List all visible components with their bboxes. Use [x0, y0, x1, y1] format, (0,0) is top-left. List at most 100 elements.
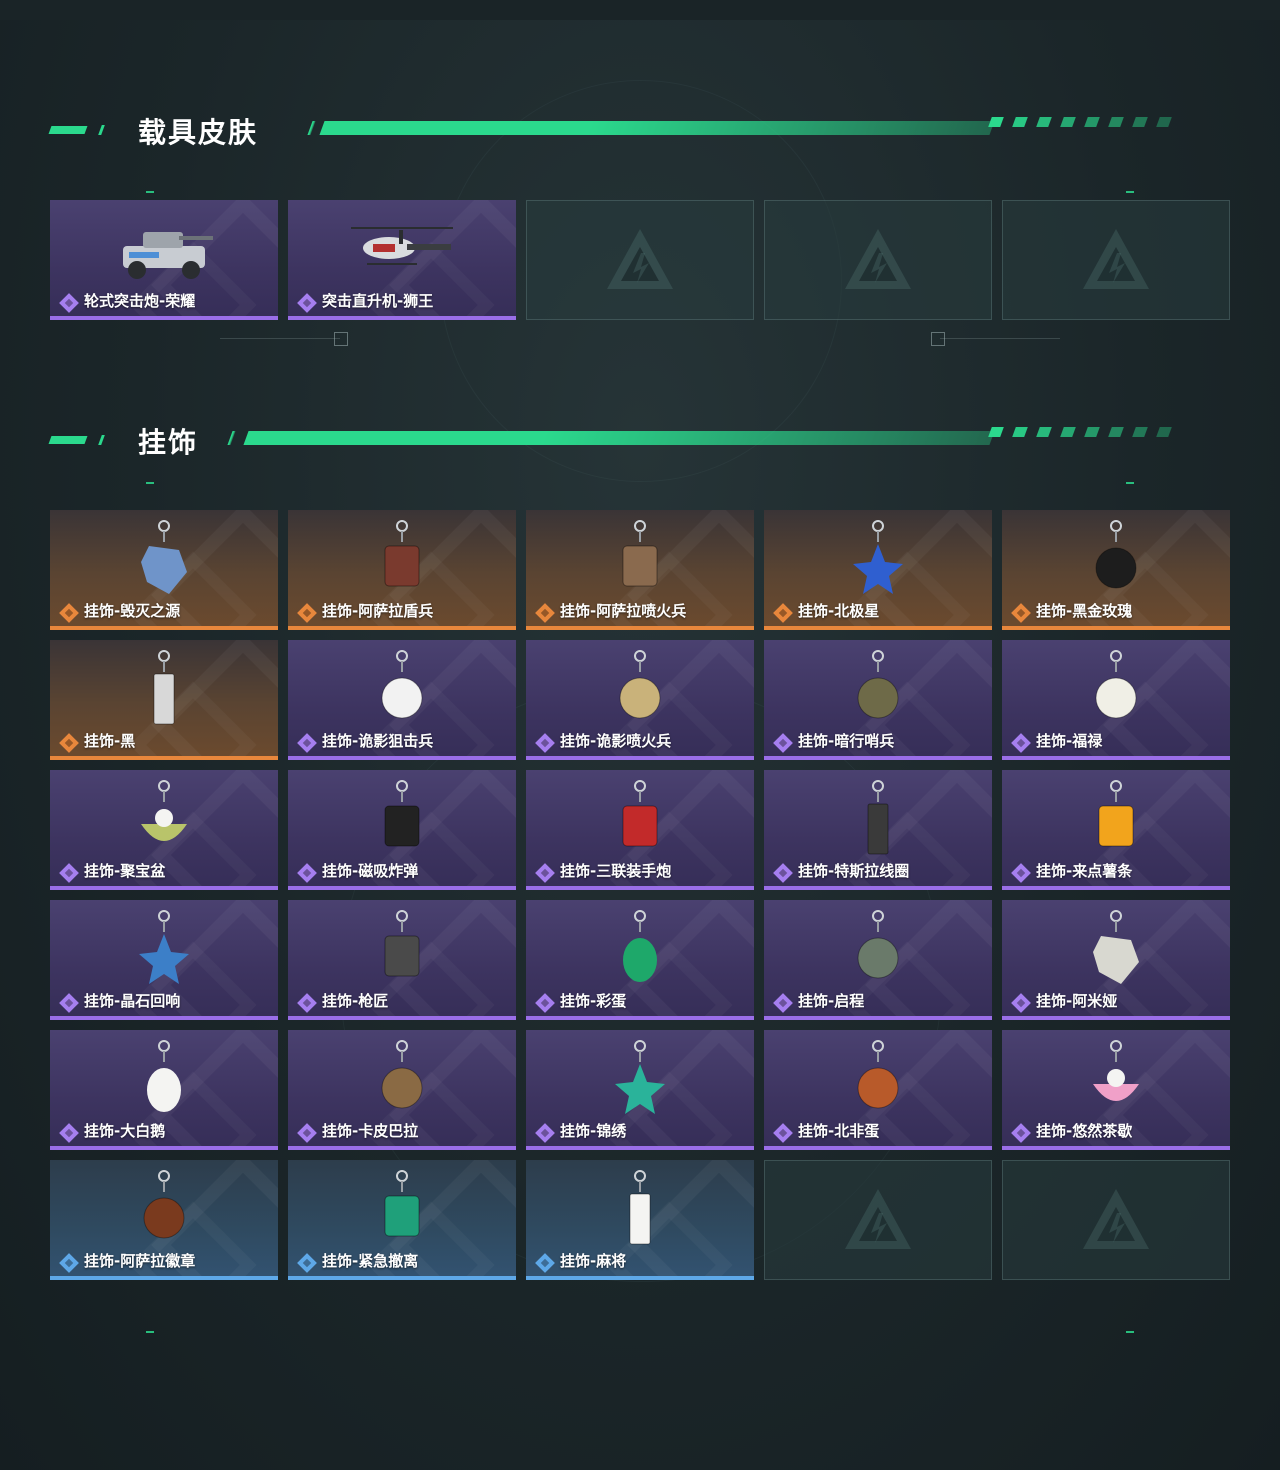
item-label: 挂饰-紧急撤离	[322, 1252, 419, 1270]
item-card[interactable]: 挂饰-阿萨拉盾兵	[288, 510, 516, 630]
section-title: 载具皮肤	[138, 116, 259, 149]
hand-cannon-charm-icon	[622, 780, 658, 847]
item-card[interactable]: 轮式突击炮-荣耀	[50, 200, 278, 320]
corner-tick	[146, 1331, 154, 1333]
tag-charm-icon	[153, 650, 175, 725]
item-card[interactable]: 挂饰-福禄	[1002, 640, 1230, 760]
rarity-diamond-icon	[297, 293, 317, 313]
divider-square	[931, 332, 945, 346]
item-card[interactable]: 挂饰-北极星	[764, 510, 992, 630]
item-card[interactable]: 挂饰-聚宝盆	[50, 770, 278, 890]
checker-cell	[1156, 427, 1172, 437]
item-card[interactable]: 挂饰-卡皮巴拉	[288, 1030, 516, 1150]
item-card[interactable]: 挂饰-枪匠	[288, 900, 516, 1020]
rarity-diamond-icon	[59, 993, 79, 1013]
rarity-diamond-icon	[535, 603, 555, 623]
item-card[interactable]: 挂饰-紧急撤离	[288, 1160, 516, 1280]
rarity-diamond-icon	[773, 1123, 793, 1143]
checker-cell	[1012, 117, 1028, 127]
item-label: 挂饰-聚宝盆	[84, 862, 166, 880]
item-card[interactable]: 挂饰-黑	[50, 640, 278, 760]
item-label: 挂饰-麻将	[560, 1252, 627, 1270]
item-label: 挂饰-启程	[798, 992, 865, 1010]
header-accent-line	[319, 121, 995, 135]
rarity-diamond-icon	[1011, 1123, 1031, 1143]
flamethrower-soldier-charm-icon	[622, 520, 658, 587]
corner-tick	[1126, 191, 1134, 193]
item-card[interactable]: 挂饰-启程	[764, 900, 992, 1020]
rarity-diamond-icon	[297, 1123, 317, 1143]
item-card[interactable]: 挂饰-晶石回响	[50, 900, 278, 1020]
corner-tick	[146, 482, 154, 484]
item-card[interactable]: 挂饰-阿米娅	[1002, 900, 1230, 1020]
rarity-diamond-icon	[1011, 733, 1031, 753]
egg-charm-icon	[623, 910, 657, 982]
empty-slot	[764, 200, 992, 320]
item-card[interactable]: 挂饰-来点薯条	[1002, 770, 1230, 890]
rarity-diamond-icon	[773, 733, 793, 753]
item-card[interactable]: 挂饰-诡影狙击兵	[288, 640, 516, 760]
section-header-vehicle-skins: 载具皮肤	[48, 115, 1200, 149]
item-card[interactable]: 挂饰-阿萨拉徽章	[50, 1160, 278, 1280]
divider-line	[940, 338, 1060, 339]
item-label: 挂饰-来点薯条	[1036, 862, 1133, 880]
item-card[interactable]: 挂饰-麻将	[526, 1160, 754, 1280]
section-header-charms: 挂饰	[48, 425, 1200, 459]
watermark-logo-icon	[1083, 1189, 1149, 1249]
corner-tick	[146, 191, 154, 193]
badge-charm-icon	[143, 1170, 185, 1239]
checker-cell	[1036, 427, 1052, 437]
corner-tick	[1126, 1331, 1134, 1333]
gourd-charm-icon	[1095, 650, 1137, 719]
item-card[interactable]: 挂饰-特斯拉线圈	[764, 770, 992, 890]
star-charm-icon	[853, 520, 903, 594]
flame-soldier-charm-icon	[619, 650, 661, 719]
crystal-charm-icon	[139, 910, 189, 984]
header-accent-mark	[48, 436, 88, 444]
checker-cell	[1072, 127, 1088, 137]
item-label: 挂饰-特斯拉线圈	[798, 862, 910, 880]
item-card[interactable]: 挂饰-暗行哨兵	[764, 640, 992, 760]
checker-cell	[1084, 427, 1100, 437]
medallion-charm-icon	[857, 910, 899, 979]
header-accent-line	[227, 431, 236, 445]
item-label: 挂饰-黑	[84, 732, 136, 750]
item-label: 挂饰-北非蛋	[798, 1122, 880, 1140]
item-card[interactable]: 挂饰-锦绣	[526, 1030, 754, 1150]
item-card[interactable]: 挂饰-悠然茶歇	[1002, 1030, 1230, 1150]
item-card[interactable]: 突击直升机-狮王	[288, 200, 516, 320]
treasure-bowl-charm-icon	[141, 780, 187, 841]
checker-cell	[1024, 127, 1040, 137]
rarity-diamond-icon	[535, 993, 555, 1013]
item-card[interactable]: 挂饰-磁吸炸弹	[288, 770, 516, 890]
checker-cell	[1168, 437, 1184, 447]
checker-cell	[1048, 437, 1064, 447]
header-accent-mark	[98, 435, 105, 445]
checker-cell	[1120, 127, 1136, 137]
item-card[interactable]: 挂饰-彩蛋	[526, 900, 754, 1020]
checker-cell	[1000, 437, 1016, 447]
rarity-diamond-icon	[1011, 603, 1031, 623]
checker-cell	[1060, 117, 1076, 127]
item-card[interactable]: 挂饰-诡影喷火兵	[526, 640, 754, 760]
item-card[interactable]: 挂饰-毁灭之源	[50, 510, 278, 630]
rarity-diamond-icon	[59, 603, 79, 623]
item-card[interactable]: 挂饰-大白鹅	[50, 1030, 278, 1150]
checker-cell	[1108, 427, 1124, 437]
checker-cell	[1072, 437, 1088, 447]
checker-cell	[1156, 117, 1172, 127]
checker-cell	[1108, 117, 1124, 127]
fries-charm-icon	[1098, 780, 1134, 847]
butterfly-charm-icon	[615, 1040, 665, 1114]
armored-vehicle-icon	[123, 232, 213, 279]
item-card[interactable]: 挂饰-黑金玫瑰	[1002, 510, 1230, 630]
header-accent-mark	[98, 125, 105, 135]
item-card[interactable]: 挂饰-阿萨拉喷火兵	[526, 510, 754, 630]
rarity-diamond-icon	[297, 993, 317, 1013]
item-card[interactable]: 挂饰-三联装手炮	[526, 770, 754, 890]
item-card[interactable]: 挂饰-北非蛋	[764, 1030, 992, 1150]
shield-soldier-charm-icon	[384, 520, 420, 587]
item-label: 挂饰-晶石回响	[84, 992, 181, 1010]
rarity-diamond-icon	[59, 733, 79, 753]
checker-cell	[1096, 127, 1112, 137]
